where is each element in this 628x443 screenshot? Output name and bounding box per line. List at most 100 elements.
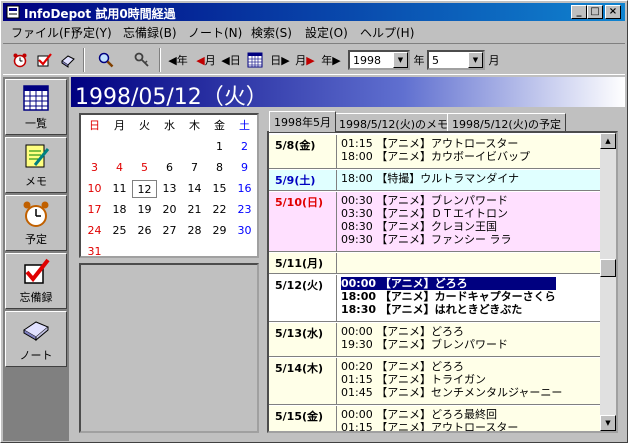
nav-schedule-button[interactable]: 予定 [5, 195, 67, 251]
day-row[interactable]: 5/11(月) [269, 253, 600, 274]
nav-memo-button[interactable]: メモ [5, 137, 67, 193]
calendar-icon [247, 52, 263, 68]
maximize-button[interactable]: □ [587, 5, 603, 19]
program-item[interactable]: 03:30 【アニメ】ＤＴエイトロン [341, 207, 511, 220]
menu-help[interactable]: ヘルプ(H) [360, 24, 414, 41]
chevron-down-icon[interactable]: ▼ [393, 52, 408, 68]
calendar-tool-button[interactable] [244, 49, 266, 71]
prev-year-button[interactable]: ◀ 年 [166, 49, 190, 71]
calendar-day[interactable]: 22 [207, 201, 232, 219]
program-item[interactable]: 18:00 【特撮】ウルトラマンダイナ [341, 172, 519, 185]
program-item[interactable]: 18:00 【アニメ】カードキャプターさくら [341, 290, 556, 303]
settings-tool-button[interactable] [131, 49, 153, 71]
calendar-day[interactable]: 25 [107, 222, 132, 240]
program-item[interactable]: 00:20 【アニメ】どろろ [341, 360, 562, 373]
nav-list-button[interactable]: 一覧 [5, 79, 67, 135]
day-row[interactable]: 5/10(日) 00:30 【アニメ】ブレンパワード 03:30 【アニメ】ＤＴエイ… [269, 192, 600, 252]
calendar-day[interactable]: 10 [82, 180, 107, 198]
calendar-day[interactable]: 19 [132, 201, 157, 219]
close-button[interactable]: × [605, 5, 621, 19]
date-header: 1998/05/12（火） [71, 77, 625, 110]
menu-file[interactable]: ファイル(F) [11, 24, 75, 41]
program-item[interactable]: 18:30 【アニメ】はれときどきぶた [341, 303, 556, 316]
calendar-day[interactable]: 30 [232, 222, 257, 240]
calendar-day[interactable]: 7 [182, 159, 207, 177]
search-tool-button[interactable] [95, 49, 117, 71]
vertical-scrollbar[interactable]: ▲ ▼ [600, 133, 616, 431]
day-row[interactable]: 5/12(火) 00:00 【アニメ】どろろ 18:00 【アニメ】カードキャプター… [269, 275, 600, 322]
menu-settings[interactable]: 設定(O) [305, 24, 348, 41]
tab-month[interactable]: 1998年5月 [269, 111, 336, 132]
calendar-day[interactable]: 31 [82, 243, 107, 261]
tab-memo[interactable]: 1998/5/12(火)のメモ [334, 113, 453, 131]
main-window: InfoDepot 試用0時間経過 _ □ × ファイル(F) 予定(Y) 忘備… [0, 0, 628, 443]
program-item[interactable]: 00:30 【アニメ】ブレンパワード [341, 194, 511, 207]
next-month-button[interactable]: 月 ▶ [293, 49, 317, 71]
year-select[interactable]: 1998 ▼ [348, 50, 410, 70]
minimize-button[interactable]: _ [571, 5, 587, 19]
calendar-day[interactable]: 2 [232, 138, 257, 156]
calendar-day[interactable]: 23 [232, 201, 257, 219]
chevron-down-icon[interactable]: ▼ [468, 52, 483, 68]
note-tool-button[interactable] [57, 49, 79, 71]
calendar-day[interactable]: 3 [82, 159, 107, 177]
next-year-button[interactable]: 年 ▶ [319, 49, 343, 71]
calendar-day[interactable]: 4 [107, 159, 132, 177]
menu-reminder[interactable]: 忘備録(B) [123, 24, 177, 41]
day-row[interactable]: 5/13(水) 00:00 【アニメ】どろろ 19:30 【アニメ】ブレンパワード [269, 323, 600, 357]
calendar-day[interactable]: 9 [232, 159, 257, 177]
day-row[interactable]: 5/14(木) 00:20 【アニメ】どろろ 01:15 【アニメ】トライガン 01:… [269, 358, 600, 405]
calendar-day[interactable]: 17 [82, 201, 107, 219]
next-day-button[interactable]: 日 ▶ [269, 49, 291, 71]
calendar-day[interactable]: 16 [232, 180, 257, 198]
program-item[interactable]: 19:30 【アニメ】ブレンパワード [341, 338, 508, 351]
program-item[interactable]: 09:30 【アニメ】ファンシー ララ [341, 233, 511, 246]
menu-search[interactable]: 検索(S) [251, 24, 292, 41]
program-item[interactable]: 01:15 【アニメ】アウトロースター [341, 137, 530, 150]
title-bar[interactable]: InfoDepot 試用0時間経過 _ □ × [3, 3, 625, 21]
tab-schedule[interactable]: 1998/5/12(火)の予定 [447, 113, 566, 131]
calendar-day[interactable]: 15 [207, 180, 232, 198]
calendar-day[interactable]: 8 [207, 159, 232, 177]
calendar-day[interactable]: 26 [132, 222, 157, 240]
day-row[interactable]: 5/8(金) 01:15 【アニメ】アウトロースター 18:00 【アニメ】カウボー… [269, 135, 600, 169]
month-select[interactable]: 5 ▼ [427, 50, 485, 70]
menu-note[interactable]: ノート(N) [188, 24, 242, 41]
program-item[interactable]: 01:15 【アニメ】アウトロースター [341, 421, 530, 431]
calendar-day[interactable]: 21 [182, 201, 207, 219]
program-item[interactable]: 00:00 【アニメ】どろろ最終回 [341, 408, 530, 421]
alarm-tool-button[interactable] [9, 49, 31, 71]
nav-note-button[interactable]: ノート [5, 311, 67, 367]
scroll-thumb[interactable] [600, 259, 616, 277]
scroll-down-icon[interactable]: ▼ [600, 415, 616, 431]
calendar-day[interactable]: 18 [107, 201, 132, 219]
program-item[interactable]: 00:00 【アニメ】どろろ [341, 277, 556, 290]
calendar-day[interactable]: 24 [82, 222, 107, 240]
calendar-day[interactable]: 14 [182, 180, 207, 198]
calendar-day[interactable]: 12 [132, 180, 157, 198]
reminder-tool-button[interactable] [33, 49, 55, 71]
prev-month-button[interactable]: ◀ 月 [194, 49, 218, 71]
program-item[interactable]: 00:00 【アニメ】どろろ [341, 325, 508, 338]
program-item[interactable]: 18:00 【アニメ】カウボーイビバップ [341, 150, 530, 163]
nav-reminder-button[interactable]: 忘備録 [5, 253, 67, 309]
calendar-day[interactable]: 5 [132, 159, 157, 177]
program-item[interactable]: 01:45 【アニメ】センチメンタルジャーニー [341, 386, 562, 399]
prev-day-button[interactable]: ◀ 日 [220, 49, 242, 71]
program-item[interactable]: 01:15 【アニメ】トライガン [341, 373, 562, 386]
menu-schedule[interactable]: 予定(Y) [71, 24, 112, 41]
calendar-day[interactable]: 6 [157, 159, 182, 177]
day-row[interactable]: 5/15(金) 00:00 【アニメ】どろろ最終回 01:15 【アニメ】アウトロー… [269, 406, 600, 431]
calendar-day[interactable]: 20 [157, 201, 182, 219]
alarm-clock-icon [23, 201, 49, 227]
day-row[interactable]: 5/9(土) 18:00 【特撮】ウルトラマンダイナ [269, 170, 600, 191]
scroll-up-icon[interactable]: ▲ [600, 133, 616, 149]
calendar-day[interactable]: 13 [157, 180, 182, 198]
calendar-day[interactable]: 1 [207, 138, 232, 156]
calendar-day[interactable]: 28 [182, 222, 207, 240]
calendar-day[interactable]: 29 [207, 222, 232, 240]
program-item[interactable]: 08:30 【アニメ】クレヨン王国 [341, 220, 511, 233]
weekday-header: 金 [214, 119, 225, 132]
calendar-day[interactable]: 11 [107, 180, 132, 198]
calendar-day[interactable]: 27 [157, 222, 182, 240]
